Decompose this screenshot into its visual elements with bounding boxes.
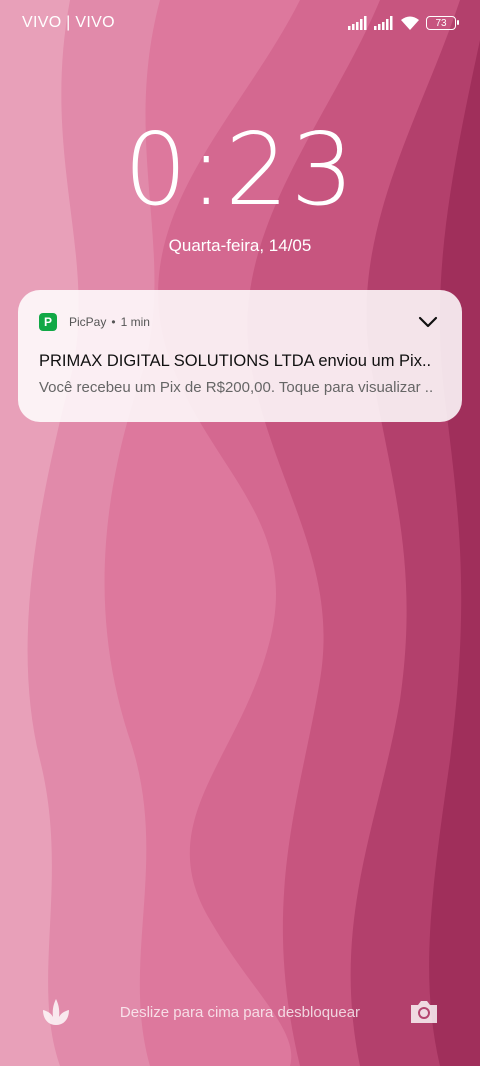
notification-body: Você recebeu um Pix de R$200,00. Toque p…: [39, 379, 434, 396]
notification-app-name: PicPay: [69, 315, 107, 329]
signal-icon: [348, 16, 367, 30]
carrier-label: VIVO | VIVO: [22, 14, 115, 31]
notification-title: PRIMAX DIGITAL SOLUTIONS LTDA enviou um …: [39, 352, 432, 370]
bottom-bar: Deslize para cima para desbloquear: [0, 990, 480, 1034]
wifi-icon: [401, 16, 419, 30]
status-bar: VIVO | VIVO 73: [0, 0, 480, 46]
notification-header: P PicPay • 1 min: [39, 312, 440, 332]
lock-date: Quarta-feira, 14/05: [168, 236, 312, 255]
tulip-icon[interactable]: [40, 997, 72, 1027]
camera-icon[interactable]: [408, 998, 440, 1026]
battery-icon: 73: [426, 16, 459, 30]
notification-card[interactable]: P PicPay • 1 min PRIMAX DIGITAL SOLUTION…: [18, 290, 462, 422]
unlock-hint: Deslize para cima para desbloquear: [119, 1003, 361, 1021]
lock-clock: 0:23: [123, 111, 357, 228]
status-icons: 73: [348, 16, 459, 31]
signal-icon: [374, 16, 393, 30]
separator-dot: •: [111, 315, 116, 329]
notification-time: 1 min: [120, 315, 150, 329]
picpay-app-icon: P: [39, 313, 57, 331]
chevron-down-icon[interactable]: [418, 316, 438, 328]
battery-level: 73: [435, 17, 447, 29]
